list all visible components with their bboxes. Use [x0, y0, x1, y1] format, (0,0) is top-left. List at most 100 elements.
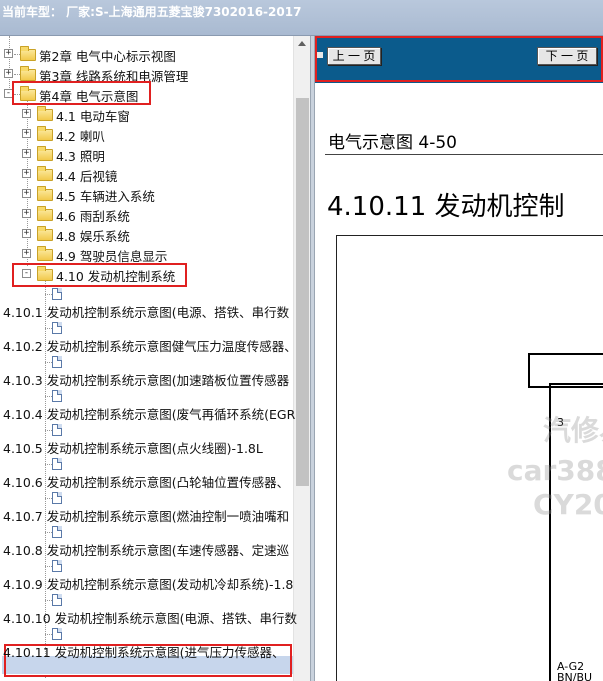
tree-item-4-5[interactable]: + 4.5 车辆进入系统	[0, 184, 293, 204]
tree-doc-label: 4.10.3 发动机控制系统示意图(加速踏板位置传感器	[3, 373, 290, 388]
window-title-bar: 当前车型： 厂家:S-上海通用五菱宝骏7302016-2017	[0, 0, 603, 36]
tree-item-label: 4.8 娱乐系统	[56, 229, 130, 244]
tree-doc-label: 4.10.8 发动机控制系统示意图(车速传感器、定速巡	[3, 543, 290, 558]
tree-item-label: 4.10 发动机控制系统	[56, 269, 176, 284]
folder-icon	[37, 226, 53, 241]
tree-doc-item[interactable]: 4.10.10 发动机控制系统示意图(电源、搭铁、串行数	[0, 606, 297, 626]
tree-doc-label: 4.10.5 发动机控制系统示意图(点火线圈)-1.8L	[3, 441, 263, 456]
tree-item-chapter-2[interactable]: + 第2章 电气中心标示视图	[0, 44, 293, 64]
tree-item-label: 4.4 后视镜	[56, 169, 118, 184]
tree-doc-label: 4.10.9 发动机控制系统示意图(发动机冷却系统)-1.8	[3, 577, 294, 592]
tree-item-label: 第3章 线路系统和电源管理	[39, 69, 189, 84]
tree-item-label: 4.6 雨刮系统	[56, 209, 130, 224]
document-icon	[52, 560, 62, 572]
folder-icon	[37, 166, 53, 181]
tree-item-label: 第2章 电气中心标示视图	[39, 49, 176, 64]
tree-item-label: 4.5 车辆进入系统	[56, 189, 155, 204]
tree-doc-label: 4.10.6 发动机控制系统示意图(凸轮轴位置传感器、	[3, 475, 290, 490]
document-icon	[52, 492, 62, 504]
document-icon	[52, 356, 62, 368]
tree-doc-item[interactable]: 4.10.11 发动机控制系统示意图(进气压力传感器、	[0, 640, 293, 660]
tree-doc-item[interactable]: 4.10.8 发动机控制系统示意图(车速传感器、定速巡	[0, 538, 293, 558]
tree-doc-item[interactable]: 4.10.3 发动机控制系统示意图(加速踏板位置传感器	[0, 368, 293, 388]
diagram-page-subtitle: 电气示意图 4-50	[328, 133, 457, 153]
tree-item-label: 4.2 喇叭	[56, 129, 105, 144]
open-folder-icon	[20, 86, 36, 101]
diagram-viewer: 上 一 页 下 一 页 电气示意图 4-50 4.10.11 发动机控制 3 A…	[315, 36, 603, 681]
tree-item-4-9[interactable]: + 4.9 驾驶员信息显示	[0, 244, 293, 264]
tree-item-4-4[interactable]: + 4.4 后视镜	[0, 164, 293, 184]
tree-item-4-6[interactable]: + 4.6 雨刮系统	[0, 204, 293, 224]
expand-toggle-icon[interactable]: +	[22, 189, 31, 198]
document-icon	[52, 458, 62, 470]
scroll-up-arrow-icon[interactable]	[294, 36, 310, 52]
expand-toggle-icon[interactable]: +	[4, 69, 13, 78]
tree-item-label: 4.3 照明	[56, 149, 105, 164]
watermark-text: 汽修易	[543, 414, 603, 447]
expand-toggle-icon[interactable]: +	[22, 169, 31, 178]
page-nav-bar: 上 一 页 下 一 页	[315, 36, 603, 83]
tree-doc-label: 4.10.10 发动机控制系统示意图(电源、搭铁、串行数	[3, 611, 298, 626]
expand-toggle-icon[interactable]: +	[4, 49, 13, 58]
prev-page-button[interactable]: 上 一 页	[327, 47, 381, 65]
tree-doc-item[interactable]: 4.10.6 发动机控制系统示意图(凸轮轴位置传感器、	[0, 470, 293, 490]
expand-toggle-icon[interactable]: +	[22, 229, 31, 238]
folder-icon	[20, 46, 36, 61]
document-icon	[52, 322, 62, 334]
expand-toggle-icon[interactable]: +	[22, 249, 31, 258]
expand-toggle-icon[interactable]: +	[22, 109, 31, 118]
folder-icon	[20, 66, 36, 81]
tree-item-chapter-3[interactable]: + 第3章 线路系统和电源管理	[0, 64, 293, 84]
tree-doc-label: 4.10.11 发动机控制系统示意图(进气压力传感器、	[3, 645, 285, 660]
collapse-toggle-icon[interactable]: -	[22, 269, 31, 278]
tree-doc-item[interactable]: 4.10.5 发动机控制系统示意图(点火线圈)-1.8L	[0, 436, 293, 456]
tree-item-4-8[interactable]: + 4.8 娱乐系统	[0, 224, 293, 244]
watermark-text: CY20	[533, 488, 603, 521]
current-vehicle-label: 当前车型： 厂家:S-上海通用五菱宝骏7302016-2017	[2, 5, 302, 19]
document-icon	[52, 288, 62, 300]
document-icon	[52, 594, 62, 606]
expand-toggle-icon[interactable]: +	[22, 129, 31, 138]
tree-doc-item[interactable]: 4.10.2 发动机控制系统示意图健气压力温度传感器、	[0, 334, 297, 354]
expand-toggle-icon[interactable]: +	[22, 209, 31, 218]
document-icon	[52, 526, 62, 538]
connector-label: A-G2 BN/BU	[557, 661, 592, 681]
tree-doc-label: 4.10.7 发动机控制系统示意图(燃油控制一喷油嘴和	[3, 509, 290, 524]
document-icon	[52, 424, 62, 436]
tree-item-label: 4.1 电动车窗	[56, 109, 130, 124]
tree-doc-label: 4.10.2 发动机控制系统示意图健气压力温度传感器、	[3, 339, 297, 354]
watermark-text: car388.	[507, 454, 603, 487]
chapter-tree[interactable]: + 第2章 电气中心标示视图 + 第3章 线路系统和电源管理 - 第4章 电气示…	[0, 36, 310, 681]
tree-item-label: 第4章 电气示意图	[39, 89, 139, 104]
tree-item-4-2[interactable]: + 4.2 喇叭	[0, 124, 293, 144]
wire-color: BN/BU	[557, 671, 593, 681]
tree-doc-label: 4.10.4 发动机控制系统示意图(废气再循环系统(EGR	[3, 407, 296, 422]
folder-icon	[37, 246, 53, 261]
folder-icon	[37, 186, 53, 201]
expand-toggle-icon[interactable]: +	[22, 149, 31, 158]
diagram-title: 4.10.11 发动机控制	[327, 192, 565, 222]
document-icon	[52, 628, 62, 640]
tree-doc-item[interactable]: 4.10.9 发动机控制系统示意图(发动机冷却系统)-1.8	[0, 572, 293, 592]
folder-icon	[37, 146, 53, 161]
scroll-thumb[interactable]	[296, 98, 309, 486]
subtitle-divider	[325, 154, 603, 155]
open-folder-icon	[37, 266, 53, 281]
tree-doc-item[interactable]: 4.10.1 发动机控制系统示意图(电源、搭铁、串行数	[0, 300, 293, 320]
tree-doc-label: 4.10.1 发动机控制系统示意图(电源、搭铁、串行数	[3, 305, 290, 320]
tree-doc-item[interactable]: 4.10.7 发动机控制系统示意图(燃油控制一喷油嘴和	[0, 504, 293, 524]
tree-scrollbar[interactable]	[293, 36, 310, 681]
tree-item-label: 4.9 驾驶员信息显示	[56, 249, 168, 264]
folder-icon	[37, 126, 53, 141]
tree-item-4-1[interactable]: + 4.1 电动车窗	[0, 104, 293, 124]
collapse-toggle-icon[interactable]: -	[4, 89, 13, 98]
nav-arrow-icon	[317, 52, 323, 58]
tree-item-chapter-4[interactable]: - 第4章 电气示意图	[0, 84, 293, 104]
folder-icon	[37, 106, 53, 121]
folder-icon	[37, 206, 53, 221]
next-page-button[interactable]: 下 一 页	[537, 47, 597, 65]
document-icon	[52, 390, 62, 402]
tree-item-4-10[interactable]: - 4.10 发动机控制系统	[0, 264, 293, 284]
tree-item-4-3[interactable]: + 4.3 照明	[0, 144, 293, 164]
tree-doc-item[interactable]: 4.10.4 发动机控制系统示意图(废气再循环系统(EGR	[0, 402, 296, 422]
